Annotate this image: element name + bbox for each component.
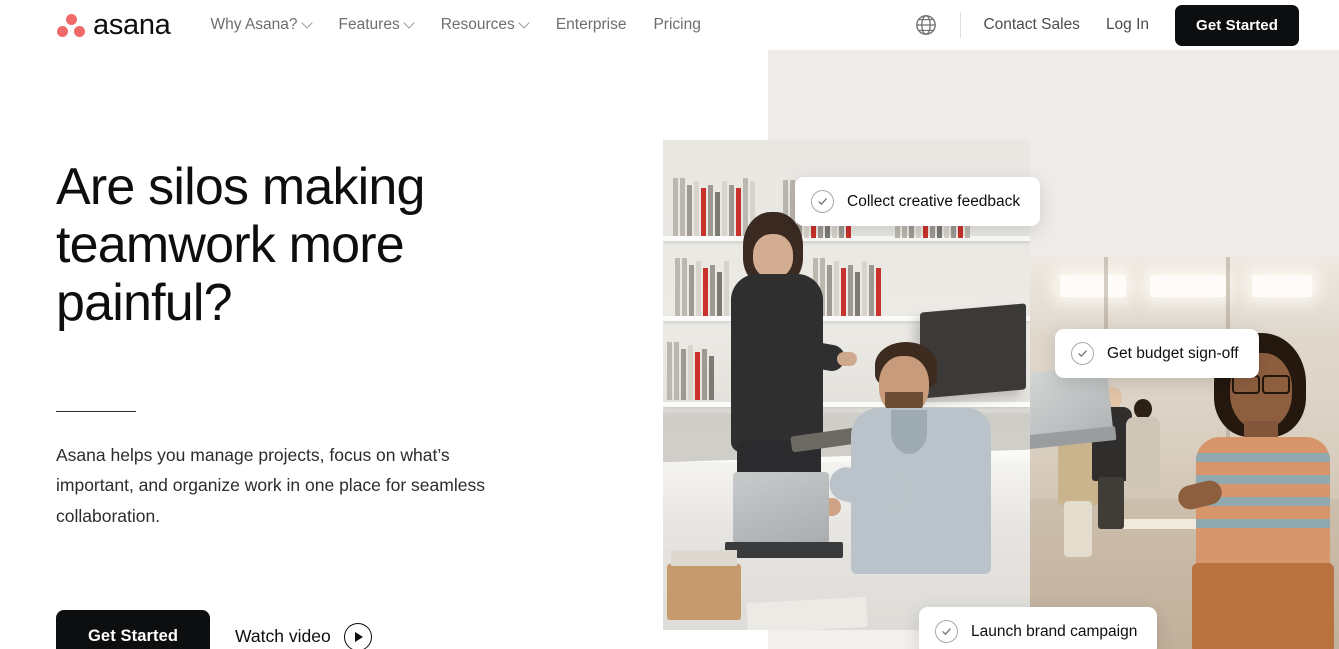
site-header: asana Why Asana? Features Resources Ente…	[0, 0, 1339, 50]
nav-item-features[interactable]: Features	[339, 16, 414, 34]
check-circle-icon	[1071, 342, 1094, 365]
landing-page: asana Why Asana? Features Resources Ente…	[0, 0, 1339, 649]
feature-pill-label: Get budget sign-off	[1107, 345, 1239, 363]
nav-item-why-asana[interactable]: Why Asana?	[211, 16, 312, 34]
feature-pill-collect-creative-feedback[interactable]: Collect creative feedback	[795, 177, 1040, 226]
feature-pill-get-budget-sign-off[interactable]: Get budget sign-off	[1055, 329, 1259, 378]
header-divider	[960, 12, 961, 38]
hero-copy: Are silos making teamwork more painful? …	[56, 158, 486, 532]
watch-video-button[interactable]: Watch video	[235, 623, 372, 649]
watch-video-label: Watch video	[235, 626, 331, 647]
nav-label: Pricing	[653, 16, 700, 34]
chevron-down-icon	[520, 19, 529, 28]
hero-subtitle: Asana helps you manage projects, focus o…	[56, 440, 486, 532]
header-get-started-button[interactable]: Get Started	[1175, 5, 1299, 46]
chevron-down-icon	[303, 19, 312, 28]
login-link[interactable]: Log In	[1106, 16, 1149, 34]
nav-item-enterprise[interactable]: Enterprise	[556, 16, 627, 34]
feature-pill-label: Collect creative feedback	[847, 193, 1020, 211]
asana-three-dots-logo-icon	[56, 12, 86, 38]
nav-label: Why Asana?	[211, 16, 298, 34]
feature-pill-launch-brand-campaign[interactable]: Launch brand campaign	[919, 607, 1157, 649]
check-circle-icon	[935, 620, 958, 643]
globe-icon[interactable]	[914, 13, 938, 37]
logo-wordmark: asana	[93, 9, 171, 42]
nav-label: Enterprise	[556, 16, 627, 34]
nav-item-pricing[interactable]: Pricing	[653, 16, 700, 34]
hero-secondary-photo	[1030, 257, 1339, 649]
play-circle-icon	[344, 623, 372, 649]
nav-label: Resources	[441, 16, 515, 34]
feature-pill-label: Launch brand campaign	[971, 623, 1137, 641]
main-navigation: Why Asana? Features Resources Enterprise…	[211, 16, 701, 34]
nav-item-resources[interactable]: Resources	[441, 16, 529, 34]
chevron-down-icon	[405, 19, 414, 28]
hero-title: Are silos making teamwork more painful?	[56, 158, 486, 333]
hero-get-started-button[interactable]: Get Started	[56, 610, 210, 649]
check-circle-icon	[811, 190, 834, 213]
hero-cta-row: Get Started Watch video	[56, 610, 372, 649]
hero-divider-rule	[56, 411, 136, 412]
contact-sales-link[interactable]: Contact Sales	[983, 16, 1080, 34]
asana-logo[interactable]: asana	[56, 9, 171, 42]
nav-label: Features	[339, 16, 400, 34]
header-actions: Contact Sales Log In Get Started	[914, 5, 1299, 46]
